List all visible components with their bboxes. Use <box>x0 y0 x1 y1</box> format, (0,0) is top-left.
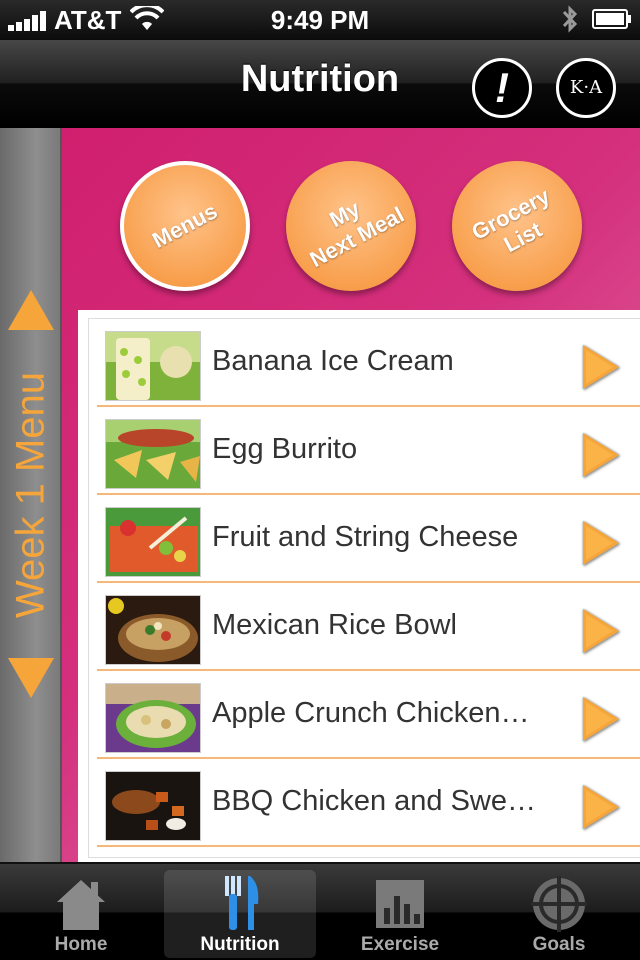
list-item[interactable]: Egg Burrito <box>97 407 640 495</box>
bbq-chicken-thumbnail <box>105 771 201 841</box>
play-arrow-icon[interactable] <box>583 433 619 477</box>
banana-ice-cream-thumbnail <box>105 331 201 401</box>
menu-item-label: Mexican Rice Bowl <box>212 609 457 641</box>
home-icon <box>57 880 105 930</box>
mexican-rice-bowl-thumbnail <box>105 595 201 665</box>
target-icon <box>531 876 587 932</box>
tab-bar: Home Nutrition Exercise Goals <box>0 862 640 960</box>
tab-nutrition[interactable]: Nutrition <box>164 870 316 958</box>
next-week-arrow-icon[interactable] <box>8 658 54 698</box>
my-next-meal-button-label: My Next Meal <box>305 195 409 273</box>
fork-knife-icon <box>225 876 259 930</box>
status-bar: AT&T 9:49 PM <box>0 0 640 40</box>
bluetooth-icon <box>562 5 578 33</box>
page-title: Nutrition <box>240 58 400 100</box>
tab-home-label: Home <box>54 934 108 955</box>
grocery-list-button[interactable]: Grocery List <box>452 161 582 291</box>
list-item[interactable]: Apple Crunch Chicken… <box>97 671 640 759</box>
list-item[interactable]: Mexican Rice Bowl <box>97 583 640 671</box>
navigation-bar: Nutrition ! K·A <box>0 40 640 128</box>
grocery-list-button-label: Grocery List <box>467 183 554 258</box>
menus-button-label: Menus <box>148 198 222 253</box>
my-next-meal-button[interactable]: My Next Meal <box>286 161 416 291</box>
tab-goals[interactable]: Goals <box>483 870 635 958</box>
play-arrow-icon[interactable] <box>583 521 619 565</box>
play-arrow-icon[interactable] <box>583 345 619 389</box>
brand-logo-button[interactable]: K·A <box>556 58 616 118</box>
battery-icon <box>592 9 631 29</box>
menu-item-label: Apple Crunch Chicken… <box>212 697 530 729</box>
status-time: 9:49 PM <box>270 5 370 35</box>
nutrition-panel: Menus My Next Meal Grocery List Banana I… <box>62 128 640 862</box>
tab-home[interactable]: Home <box>5 870 157 958</box>
tab-exercise[interactable]: Exercise <box>324 870 476 958</box>
list-item[interactable]: Banana Ice Cream <box>97 319 640 407</box>
info-button[interactable]: ! <box>472 58 532 118</box>
list-item[interactable]: Fruit and String Cheese <box>97 495 640 583</box>
fruit-string-cheese-thumbnail <box>105 507 201 577</box>
apple-crunch-chicken-thumbnail <box>105 683 201 753</box>
play-arrow-icon[interactable] <box>583 785 619 829</box>
menu-list-frame: Banana Ice Cream Egg Burrito Fruit and S… <box>88 318 640 858</box>
tab-goals-label: Goals <box>532 934 586 955</box>
previous-week-arrow-icon[interactable] <box>8 290 54 330</box>
egg-burrito-thumbnail <box>105 419 201 489</box>
main-content: Week 1 Menu Menus My Next Meal Grocery L… <box>0 128 640 862</box>
tab-exercise-label: Exercise <box>360 934 440 955</box>
week-selector: Week 1 Menu <box>0 128 62 862</box>
menus-button[interactable]: Menus <box>120 161 250 291</box>
list-item[interactable]: BBQ Chicken and Swe… <box>97 759 640 847</box>
menu-item-label: BBQ Chicken and Swe… <box>212 785 536 817</box>
bar-chart-icon <box>376 880 424 928</box>
week-label: Week 1 Menu <box>8 371 53 619</box>
menu-item-label: Banana Ice Cream <box>212 345 454 377</box>
play-arrow-icon[interactable] <box>583 697 619 741</box>
menu-item-label: Egg Burrito <box>212 433 358 465</box>
menu-list: Banana Ice Cream Egg Burrito Fruit and S… <box>78 310 640 862</box>
menu-item-label: Fruit and String Cheese <box>212 521 519 553</box>
tab-nutrition-label: Nutrition <box>200 934 280 955</box>
play-arrow-icon[interactable] <box>583 609 619 653</box>
